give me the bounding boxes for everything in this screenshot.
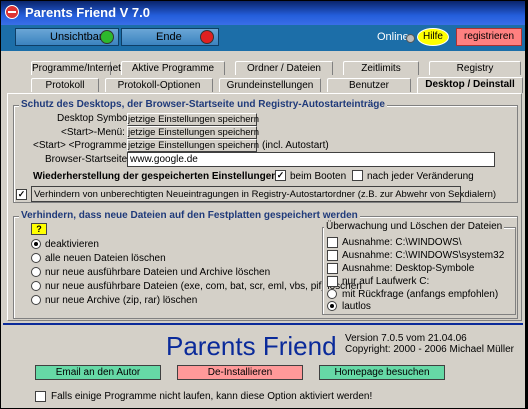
tab-protokoll-optionen[interactable]: Protokoll-Optionen	[105, 78, 213, 92]
tab-protokoll[interactable]: Protokoll	[31, 78, 99, 92]
radio-deaktivieren[interactable]	[31, 239, 41, 249]
copyright-text: Copyright: 2000 - 2006 Michael Müller	[345, 344, 514, 355]
lautlos-label: lautlos	[342, 301, 371, 312]
fallback-label: Falls einige Programme nicht laufen, kan…	[51, 391, 373, 402]
title-bar[interactable]: Parents Friend V 7.0	[1, 1, 525, 25]
window-title: Parents Friend V 7.0	[25, 5, 150, 20]
dateien-title: Verhindern, dass neue Dateien auf den Fe…	[19, 210, 360, 221]
option-deaktivieren: deaktivieren	[45, 239, 99, 250]
homepage-button[interactable]: Homepage besuchen	[319, 365, 445, 380]
beim-booten-checkbox[interactable]: ✓	[275, 170, 286, 181]
radio-alle-loeschen[interactable]	[31, 253, 41, 263]
radio-mit-rueckfrage[interactable]	[327, 289, 337, 299]
radio-exe-only[interactable]	[31, 281, 41, 291]
hilfe-button[interactable]: Hilfe	[417, 28, 449, 46]
online-label: Online	[377, 31, 409, 43]
nach-jeder-checkbox[interactable]	[352, 170, 363, 181]
ausnahme-system32-label: Ausnahme: C:\WINDOWS\system32	[342, 250, 505, 261]
browser-startseite-label: Browser-Startseite:	[45, 154, 131, 165]
beim-booten-label: beim Booten	[290, 171, 347, 182]
restore-label: Wiederherstellung der gespeicherten Eins…	[33, 171, 281, 182]
deinstall-button[interactable]: De-Installieren	[177, 365, 303, 380]
ausnahme-windows-label: Ausnahme: C:\WINDOWS\	[342, 237, 462, 248]
ueberwachung-title: Überwachung und Löschen der Dateien	[324, 221, 505, 232]
option-exe-archive: nur neue ausführbare Dateien und Archive…	[45, 267, 271, 278]
laufwerk-c-checkbox[interactable]	[327, 276, 338, 287]
email-author-button[interactable]: Email an den Autor	[35, 365, 161, 380]
start-programme-label: <Start> <Programme>:	[33, 140, 136, 151]
fallback-checkbox[interactable]	[35, 391, 46, 402]
tab-ordner-dateien[interactable]: Ordner / Dateien	[235, 61, 333, 75]
ende-button[interactable]: Ende	[121, 28, 219, 46]
option-exe-only: nur neue ausführbare Dateien (exe, com, …	[45, 281, 362, 292]
option-alle-loeschen: alle neuen Dateien löschen	[45, 253, 166, 264]
mit-rueckfrage-label: mit Rückfrage (anfangs empfohlen)	[342, 289, 499, 300]
radio-archive-only[interactable]	[31, 295, 41, 305]
footer-divider	[3, 323, 523, 325]
option-archive-only: nur neue Archive (zip, rar) löschen	[45, 295, 198, 306]
ende-label: Ende	[156, 31, 182, 43]
green-circle-icon	[100, 30, 114, 44]
tab-zeitlimits[interactable]: Zeitlimits	[343, 61, 419, 75]
save-startmenu-button[interactable]: jetzige Einstellungen speichern	[127, 126, 259, 139]
nach-jeder-label: nach jeder Veränderung	[367, 171, 474, 182]
app-window: Parents Friend V 7.0 Unsichtbar Ende Onl…	[0, 0, 526, 409]
tab-grundeinstellungen[interactable]: Grundeinstellungen	[219, 78, 321, 92]
status-dot-icon	[406, 34, 415, 43]
radio-exe-archive[interactable]	[31, 267, 41, 277]
radio-lautlos[interactable]	[327, 301, 337, 311]
tab-programme-internet[interactable]: Programme/Internet	[31, 61, 121, 75]
schutz-title: Schutz des Desktops, der Browser-Startse…	[19, 99, 387, 110]
red-circle-icon	[200, 30, 214, 44]
registrieren-button[interactable]: registrieren	[456, 28, 522, 46]
brand-title: Parents Friend	[166, 331, 337, 361]
registry-protect-label: Verhindern von unberechtigten Neueintrag…	[34, 189, 497, 200]
help-question-button[interactable]: ?	[31, 223, 47, 235]
save-programme-button[interactable]: jetzige Einstellungen speichern	[127, 139, 259, 152]
incl-autostart-note: (incl. Autostart)	[262, 140, 329, 151]
ausnahme-desktop-checkbox[interactable]	[327, 263, 338, 274]
top-toolbar: Unsichtbar Ende Online Hilfe registriere…	[1, 25, 525, 51]
registry-protect-checkbox[interactable]: ✓	[16, 189, 27, 200]
stop-sign-icon	[5, 5, 19, 19]
unsichtbar-button[interactable]: Unsichtbar	[15, 28, 119, 46]
save-desktop-button[interactable]: jetzige Einstellungen speichern	[127, 113, 259, 126]
ausnahme-windows-checkbox[interactable]	[327, 237, 338, 248]
ausnahme-desktop-label: Ausnahme: Desktop-Symbole	[342, 263, 475, 274]
version-text: Version 7.0.5 vom 21.04.06	[345, 333, 467, 344]
browser-startseite-field[interactable]: www.google.de	[127, 152, 495, 167]
laufwerk-c-label: nur auf Laufwerk C:	[342, 276, 430, 287]
ausnahme-system32-checkbox[interactable]	[327, 250, 338, 261]
desktop-symbole-label: Desktop Symbole:	[57, 113, 139, 124]
start-menu-label: <Start>-Menü:	[61, 127, 125, 138]
tab-aktive-programme[interactable]: Aktive Programme	[121, 61, 225, 75]
tab-registry[interactable]: Registry	[429, 61, 521, 75]
tab-desktop-deinstall[interactable]: Desktop / Deinstall	[417, 77, 523, 93]
unsichtbar-label: Unsichtbar	[50, 31, 103, 43]
tab-benutzer[interactable]: Benutzer	[327, 78, 411, 92]
